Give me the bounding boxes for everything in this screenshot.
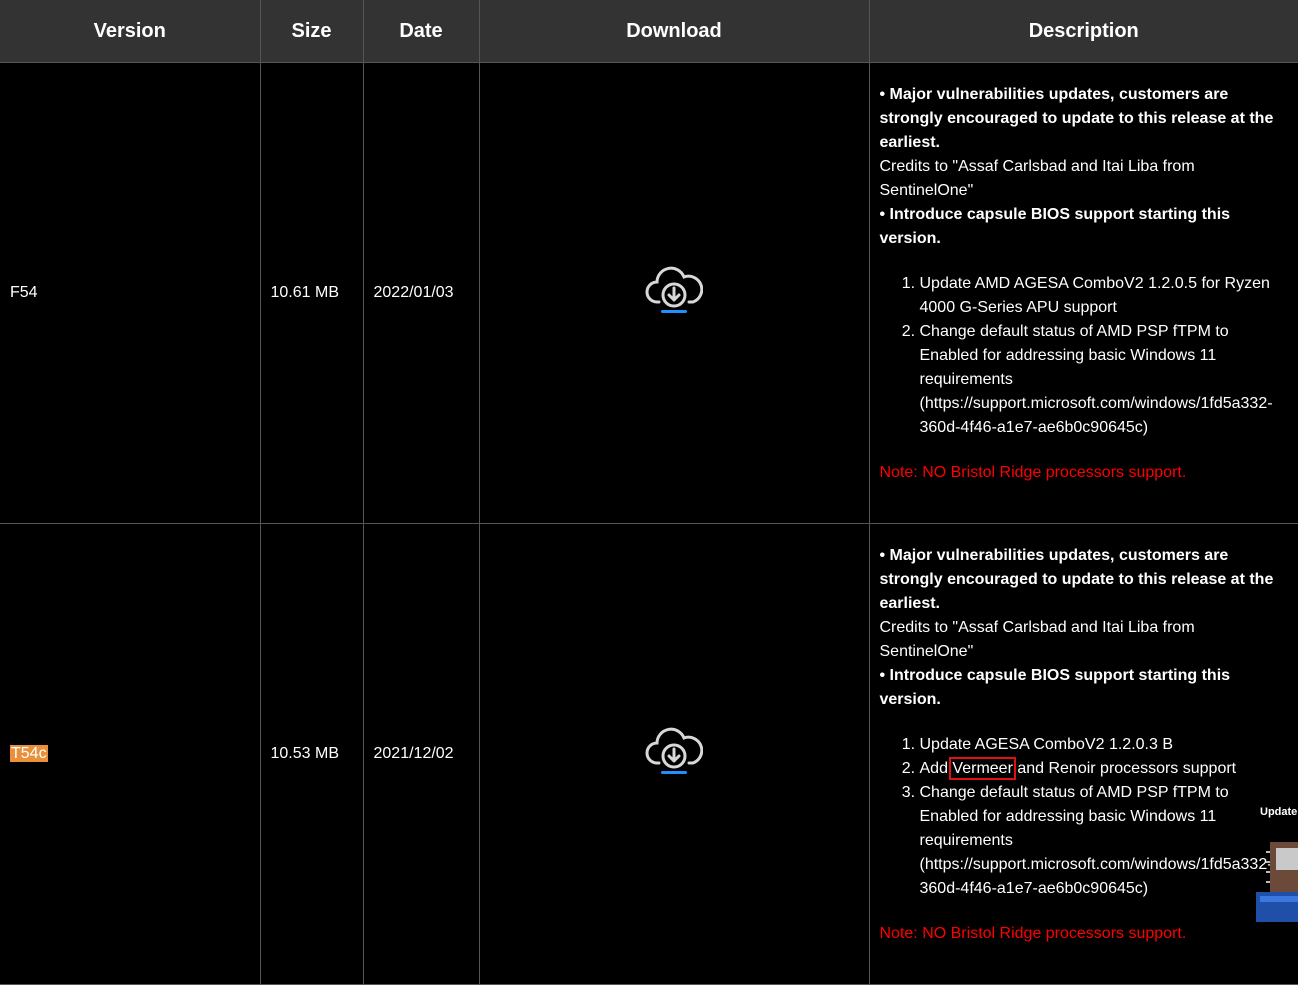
date-cell: 2022/01/03 bbox=[362, 62, 479, 524]
cloud-download-icon[interactable] bbox=[645, 727, 704, 782]
list-item: Update AMD AGESA ComboV2 1.2.0.5 for Ryz… bbox=[920, 272, 1289, 320]
desc-credits: Credits to "Assaf Carlsbad and Itai Liba… bbox=[879, 619, 1195, 660]
size-cell: 10.61 MB bbox=[259, 62, 363, 524]
desc-vuln-note: • Major vulnerabilities updates, custome… bbox=[879, 86, 1274, 151]
header-download: Download bbox=[478, 0, 869, 63]
version-cell: T54c bbox=[0, 523, 260, 985]
header-size: Size bbox=[259, 0, 363, 63]
description-cell: • Major vulnerabilities updates, custome… bbox=[868, 62, 1298, 524]
cloud-download-icon[interactable] bbox=[645, 266, 704, 321]
version-cell: F54 bbox=[0, 62, 260, 524]
header-version: Version bbox=[0, 0, 260, 63]
description-cell: • Major vulnerabilities updates, custome… bbox=[868, 523, 1298, 985]
desc-credits: Credits to "Assaf Carlsbad and Itai Liba… bbox=[879, 158, 1195, 199]
table-row: T54c 10.53 MB 2021/12/02 • Major vulnera… bbox=[0, 523, 1298, 985]
desc-vuln-note: • Major vulnerabilities updates, custome… bbox=[879, 547, 1274, 612]
list-item: Change default status of AMD PSP fTPM to… bbox=[920, 781, 1289, 901]
header-date: Date bbox=[362, 0, 479, 63]
change-list: Update AGESA ComboV2 1.2.0.3 B Add Verme… bbox=[880, 733, 1289, 901]
highlighted-version: T54c bbox=[10, 745, 48, 762]
vermeer-highlight-box: Vermeer bbox=[949, 757, 1016, 780]
date-cell: 2021/12/02 bbox=[362, 523, 479, 985]
download-cell bbox=[478, 523, 869, 985]
chip-icon bbox=[1256, 842, 1298, 922]
update-overlay-widget[interactable]: Update bbox=[1256, 800, 1298, 922]
overlay-label: Update bbox=[1260, 806, 1298, 818]
list-item: Update AGESA ComboV2 1.2.0.3 B bbox=[920, 733, 1289, 757]
desc-capsule-note: • Introduce capsule BIOS support startin… bbox=[879, 206, 1231, 247]
list-item: Add Vermeer and Renoir processors suppor… bbox=[920, 757, 1289, 781]
header-row: Version Size Date Download Description bbox=[0, 0, 1298, 63]
size-cell: 10.53 MB bbox=[259, 523, 363, 985]
item-text: and Renoir processors support bbox=[1012, 760, 1237, 777]
header-description: Description bbox=[868, 0, 1298, 63]
note-text: Note: NO Bristol Ridge processors suppor… bbox=[879, 925, 1187, 942]
list-item: Change default status of AMD PSP fTPM to… bbox=[920, 320, 1289, 440]
table-row: F54 10.61 MB 2022/01/03 • Major vulnerab… bbox=[0, 62, 1298, 524]
desc-capsule-note: • Introduce capsule BIOS support startin… bbox=[879, 667, 1231, 708]
item-text: Add bbox=[919, 760, 953, 777]
change-list: Update AMD AGESA ComboV2 1.2.0.5 for Ryz… bbox=[880, 272, 1289, 440]
download-cell bbox=[478, 62, 869, 524]
bios-table: Version Size Date Download Description F… bbox=[0, 0, 1298, 985]
note-text: Note: NO Bristol Ridge processors suppor… bbox=[879, 464, 1187, 481]
